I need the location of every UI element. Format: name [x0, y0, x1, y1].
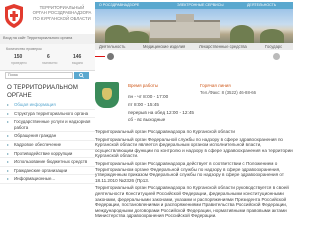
search-button[interactable]: [74, 72, 89, 79]
work-hours-line: сб - вс выходные: [128, 117, 166, 123]
hotline-title: Горячая линия: [200, 83, 231, 88]
work-hours-line: пт 8:00 - 15:45: [128, 101, 160, 107]
about-text: Территориальный орган Росздравнадзора по…: [95, 129, 293, 221]
share-icon[interactable]: [273, 53, 280, 60]
hotline-phone[interactable]: Тел./Факс: 8 (3522) 46-88-66: [200, 90, 256, 95]
category-state[interactable]: Государс: [265, 43, 282, 50]
side-menu: Общая информация Структура территориальн…: [0, 101, 95, 184]
stat-count: 150: [14, 54, 23, 60]
stat-caption: проведено: [11, 61, 27, 65]
side-menu-item[interactable]: Информационные...: [0, 175, 95, 184]
side-menu-item[interactable]: Гражданские организации: [0, 167, 95, 176]
category-devices[interactable]: Медицинские изделия: [143, 43, 185, 50]
work-hours: пн - чт 8:00 - 17:00 пт 8:00 - 15:45 пер…: [128, 93, 194, 124]
category-drugs[interactable]: Лекарственные средства: [199, 43, 247, 50]
section-title: О ТЕРРИТОРИАЛЬНОМ ОРГАНЕ: [7, 84, 78, 99]
side-menu-item[interactable]: Государственные услуги и надзорная работ…: [0, 118, 95, 133]
stats-panel: Количество проверок 150 6 146 проведено …: [0, 44, 95, 71]
side-menu-item[interactable]: Общая информация: [0, 101, 95, 110]
hours-title: Время работы: [128, 83, 159, 88]
work-hours-line: пн - чт 8:00 - 17:00: [128, 94, 169, 99]
side-menu-item[interactable]: Структура территориального органа: [0, 110, 95, 119]
building-image: [150, 14, 220, 38]
stat-count: 146: [73, 54, 82, 60]
avatar-icon[interactable]: [107, 53, 114, 60]
stat-caption: назначено: [42, 61, 58, 65]
stat-caption: выдано: [72, 61, 84, 65]
about-paragraph: Территориальный орган Федеральной службы…: [95, 136, 293, 159]
side-menu-item[interactable]: Использование бюджетных средств: [0, 158, 95, 167]
hero-photo: [95, 9, 293, 43]
category-bar: Деятельность Медицинские изделия Лекарст…: [95, 43, 293, 50]
stats-label: Количество проверок: [6, 47, 42, 51]
stat-count: 6: [47, 54, 50, 60]
work-hours-line: перерыв на обед 12:00 - 12:45: [128, 109, 195, 115]
side-menu-item[interactable]: Противодействие коррупции: [0, 150, 95, 159]
side-menu-item[interactable]: Кадровое обеспечение: [0, 141, 95, 150]
org-title: ТЕРРИТОРИАЛЬНЫЙ ОРГАН РОСЗДРАВНАДЗОРА ПО…: [32, 5, 92, 21]
side-menu-item[interactable]: Обращения граждан: [0, 132, 95, 141]
login-link[interactable]: Вход на сайт Территориального органа: [3, 36, 72, 40]
about-paragraph: Территориальный орган Росздравнадзора де…: [95, 160, 284, 183]
search-input[interactable]: [5, 72, 73, 79]
content-header: [95, 50, 293, 80]
kurgan-coat-of-arms-icon: [95, 82, 119, 108]
accent-divider: [95, 56, 105, 57]
about-paragraph: Территориальный орган Росздравнадзора по…: [95, 185, 289, 219]
tree-image: [230, 25, 254, 43]
tree-image: [125, 31, 149, 43]
top-nav-services[interactable]: ЭЛЕКТРОННЫЕ СЕРВИСЫ: [175, 2, 226, 9]
main-content: Время работы пн - чт 8:00 - 17:00 пт 8:0…: [95, 50, 293, 220]
category-activity[interactable]: Деятельность: [99, 43, 125, 50]
search-icon: [79, 73, 84, 78]
top-nav-about[interactable]: О РОСЗДРАВНАДЗОРЕ: [97, 2, 141, 9]
tree-image: [260, 29, 284, 43]
roszdravnadzor-logo[interactable]: [3, 3, 25, 29]
about-paragraph: Территориальный орган Росздравнадзора по…: [95, 129, 235, 134]
top-nav: О РОСЗДРАВНАДЗОРЕ ЭЛЕКТРОННЫЕ СЕРВИСЫ ДЕ…: [95, 2, 293, 9]
top-nav-activity[interactable]: ДЕЯТЕЛЬНОСТЬ: [245, 2, 278, 9]
